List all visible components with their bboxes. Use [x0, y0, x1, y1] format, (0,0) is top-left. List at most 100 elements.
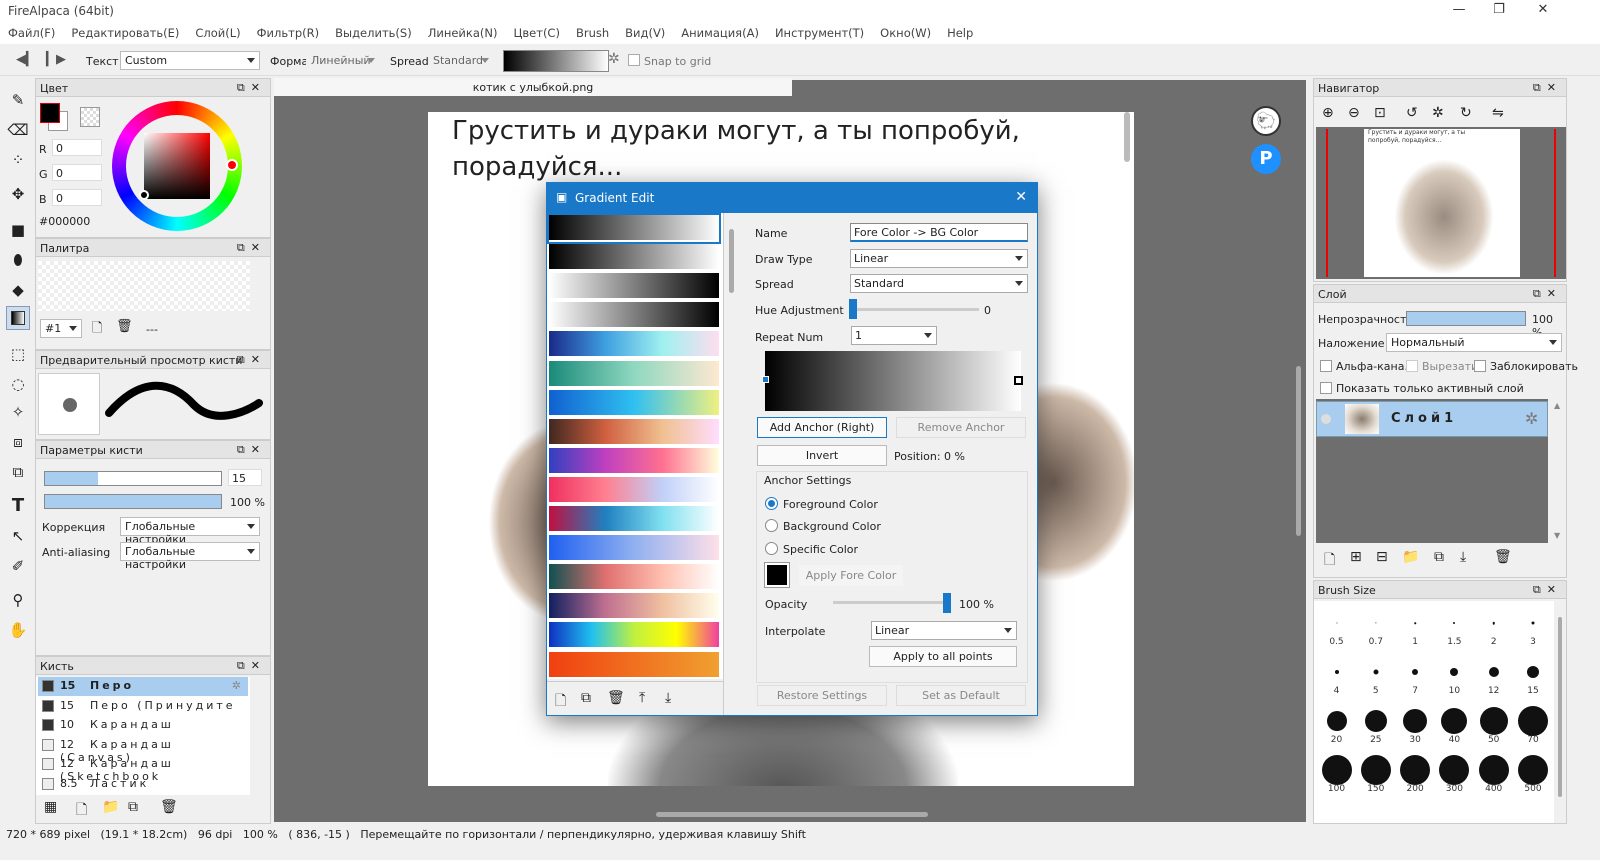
brush-settings-icon[interactable]: ▦: [44, 799, 57, 815]
eraser-tool-icon[interactable]: ⌫: [6, 118, 30, 142]
new-1bit-layer-icon[interactable]: ⊟: [1376, 549, 1388, 565]
gradient-swatch[interactable]: [549, 506, 719, 533]
delete-layer-icon[interactable]: 🗑: [1494, 549, 1512, 565]
canvas-scrollbar-right[interactable]: [1296, 366, 1301, 536]
hand-tool-icon[interactable]: ✋: [6, 618, 30, 642]
merge-layer-icon[interactable]: ⤓: [1460, 549, 1466, 565]
menu-item[interactable]: Цвет(C): [513, 22, 567, 44]
brush-size-cell[interactable]: 500: [1514, 752, 1553, 800]
panel-controls-icon[interactable]: ⧉✕: [237, 241, 266, 255]
menu-item[interactable]: Вид(V): [625, 22, 673, 44]
brush-item[interactable]: 8.5 Ластик: [38, 775, 248, 794]
layer-row[interactable]: Слой1 ✲: [1316, 401, 1548, 437]
invert-button[interactable]: Invert: [757, 445, 887, 466]
select-eraser-tool-icon[interactable]: ⧉: [6, 460, 30, 484]
text-select[interactable]: Custom: [120, 51, 260, 70]
gradient-swatch[interactable]: [549, 535, 719, 563]
panel-controls-icon[interactable]: ⧉✕: [1533, 583, 1562, 597]
gradient-swatch[interactable]: [549, 360, 719, 388]
scroll-down-icon[interactable]: ▼: [1554, 531, 1560, 540]
canvas-scrollbar-v[interactable]: [1124, 112, 1130, 162]
set-default-button[interactable]: Set as Default: [896, 685, 1026, 706]
pixiv-icon[interactable]: P: [1251, 144, 1281, 174]
blend-select[interactable]: Нормальный: [1386, 333, 1562, 352]
only-active-checkbox[interactable]: [1320, 382, 1332, 394]
dialog-close-icon[interactable]: ✕: [1015, 189, 1027, 205]
gradient-swatch[interactable]: [549, 331, 719, 359]
brush-size-cell[interactable]: 1.5: [1435, 605, 1474, 653]
panel-controls-icon[interactable]: ⧉✕: [237, 353, 266, 367]
move-tool-icon[interactable]: ✥: [6, 182, 30, 206]
close-button[interactable]: ✕: [1528, 2, 1558, 20]
document-tab[interactable]: котик с улыбкой.png: [274, 78, 792, 96]
menu-item[interactable]: Линейка(N): [428, 22, 506, 44]
scroll-up-icon[interactable]: ▲: [1554, 401, 1560, 410]
brush-size-cell[interactable]: 40: [1435, 703, 1474, 751]
menu-item[interactable]: Редактировать(E): [71, 22, 187, 44]
restore-settings-button[interactable]: Restore Settings: [757, 685, 887, 706]
brush-size-cell[interactable]: 100: [1317, 752, 1356, 800]
brush-size-cell[interactable]: 15: [1514, 654, 1553, 702]
gradient-swatch[interactable]: [549, 273, 719, 301]
anchor-left-handle[interactable]: [762, 376, 769, 383]
gradient-swatch[interactable]: [549, 244, 719, 272]
brush-tool-icon[interactable]: ✎: [6, 88, 30, 112]
dot-tool-icon[interactable]: ⁘: [6, 148, 30, 172]
gradient-list-scrollbar[interactable]: [729, 229, 734, 293]
interpolate-select[interactable]: Linear: [871, 621, 1017, 640]
gradient-editor-bar[interactable]: [765, 351, 1021, 411]
panel-controls-icon[interactable]: ⧉✕: [1533, 287, 1562, 301]
delete-gradient-icon[interactable]: 🗑: [607, 690, 625, 706]
gradient-swatch[interactable]: [549, 476, 719, 504]
import-gradient-icon[interactable]: ⤓: [665, 690, 671, 706]
rotate-left-icon[interactable]: ↺: [1406, 105, 1418, 121]
folder-icon[interactable]: 📁: [102, 799, 119, 815]
brush-item[interactable]: 15 Перо (Принудите: [38, 697, 248, 716]
zoom-fit-icon[interactable]: ⊡: [1374, 105, 1386, 121]
brush-size-cell[interactable]: 70: [1514, 703, 1553, 751]
menu-item[interactable]: Brush: [576, 22, 617, 44]
brush-size-cell[interactable]: 2: [1474, 605, 1513, 653]
panel-controls-icon[interactable]: ⧉✕: [1533, 81, 1562, 95]
snap-checkbox[interactable]: [628, 54, 640, 66]
rotate-reset-icon[interactable]: ✲: [1432, 105, 1444, 121]
brush-size-cell[interactable]: 4: [1317, 654, 1356, 702]
gradient-swatch[interactable]: [549, 418, 719, 446]
brush-item[interactable]: 10 Карандаш: [38, 716, 248, 735]
brush-size-cell[interactable]: 7: [1396, 654, 1435, 702]
gradient-tool-icon[interactable]: [6, 306, 30, 330]
lock-checkbox[interactable]: [1474, 360, 1486, 372]
brush-size-cell[interactable]: 25: [1356, 703, 1395, 751]
brush-size-input[interactable]: 15: [228, 469, 262, 486]
brush-gear-icon[interactable]: ✲: [232, 679, 244, 692]
brush-size-cell[interactable]: 30: [1396, 703, 1435, 751]
correction-select[interactable]: Глобальные настройки: [120, 517, 260, 546]
name-input[interactable]: Fore Color -> BG Color: [850, 223, 1028, 242]
brush-size-cell[interactable]: 1: [1396, 605, 1435, 653]
brush-size-cell[interactable]: 400: [1474, 752, 1513, 800]
brush-opacity-slider[interactable]: [44, 494, 222, 509]
anchor-right-handle[interactable]: [1014, 376, 1023, 385]
specific-radio[interactable]: [765, 542, 778, 555]
menu-item[interactable]: Слой(L): [195, 22, 248, 44]
menu-item[interactable]: Анимация(A): [681, 22, 767, 44]
operation-tool-icon[interactable]: ↖: [6, 524, 30, 548]
hue-wheel[interactable]: [112, 101, 242, 231]
opacity-slider[interactable]: [833, 601, 943, 604]
hue-slider[interactable]: [853, 308, 979, 311]
layer-gear-icon[interactable]: ✲: [1525, 409, 1538, 428]
fill-tool-icon[interactable]: ◆: [6, 278, 30, 302]
lasso-tool-icon[interactable]: ◌: [6, 372, 30, 396]
b-input[interactable]: 0: [52, 189, 102, 206]
brush-item[interactable]: 12 Карандаш (Canvas): [38, 736, 248, 764]
r-input[interactable]: 0: [52, 139, 102, 156]
new-8bit-layer-icon[interactable]: ⊞: [1350, 549, 1362, 565]
brush-size-scrollbar[interactable]: [1558, 617, 1562, 797]
menu-item[interactable]: Инструмент(T): [775, 22, 872, 44]
brush-item[interactable]: 12 Карандаш (Sketchbook: [38, 755, 248, 783]
layer-opacity-slider[interactable]: [1406, 311, 1526, 326]
brush-size-cell[interactable]: 5: [1356, 654, 1395, 702]
foreground-color-swatch[interactable]: [40, 103, 60, 123]
select-pen-tool-icon[interactable]: ⧈: [6, 430, 30, 454]
new-gradient-icon[interactable]: 🗋: [555, 690, 566, 714]
